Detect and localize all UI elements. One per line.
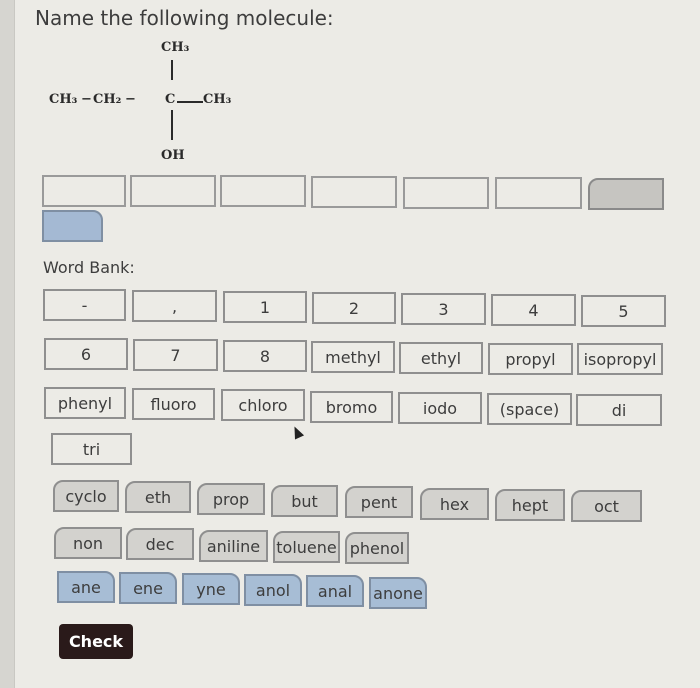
answer-slot-1[interactable] <box>42 175 126 207</box>
tile-anone[interactable]: anone <box>369 577 427 609</box>
answer-slot-5[interactable] <box>403 177 489 209</box>
answer-slot-6[interactable] <box>495 177 582 209</box>
tile-tri[interactable]: tri <box>51 433 132 465</box>
tile-eth[interactable]: eth <box>125 481 191 513</box>
tile-oct[interactable]: oct <box>571 490 642 522</box>
tile-but[interactable]: but <box>271 485 338 517</box>
tile-8[interactable]: 8 <box>223 340 307 372</box>
mol-ch2: CH₂ <box>93 92 122 107</box>
answer-slot-root[interactable] <box>588 178 664 210</box>
tile-hept[interactable]: hept <box>495 489 565 521</box>
tile-fluoro[interactable]: fluoro <box>132 388 215 420</box>
bond-vertical-bottom <box>171 110 173 140</box>
tile-isopropyl[interactable]: isopropyl <box>577 343 663 375</box>
question-page: Name the following molecule: CH₃ CH₃ − C… <box>15 0 700 688</box>
check-button[interactable]: Check <box>59 624 133 659</box>
mol-bond-2: − <box>125 92 136 107</box>
tile-pent[interactable]: pent <box>345 486 413 518</box>
tile-propyl[interactable]: propyl <box>488 343 573 375</box>
tile-3[interactable]: 3 <box>401 293 486 325</box>
mouse-cursor-icon <box>289 424 305 440</box>
mol-oh: OH <box>161 148 185 163</box>
tile-di[interactable]: di <box>576 394 662 426</box>
tile-hyphen[interactable]: - <box>43 289 126 321</box>
tile-prop[interactable]: prop <box>197 483 265 515</box>
tile-chloro[interactable]: chloro <box>221 389 305 421</box>
mol-top-ch3: CH₃ <box>161 40 190 55</box>
answer-slot-3[interactable] <box>220 175 306 207</box>
tile-1[interactable]: 1 <box>223 291 307 323</box>
tile-ethyl[interactable]: ethyl <box>399 342 483 374</box>
tile-cyclo[interactable]: cyclo <box>53 480 119 512</box>
tile-ene[interactable]: ene <box>119 572 177 604</box>
mol-ch3-right: CH₃ <box>203 92 232 107</box>
question-title: Name the following molecule: <box>35 6 334 30</box>
mol-ch3-left: CH₃ <box>49 92 78 107</box>
mol-bond-1: − <box>81 92 92 107</box>
tile-2[interactable]: 2 <box>312 292 396 324</box>
word-bank-label: Word Bank: <box>43 258 135 277</box>
answer-slot-2[interactable] <box>130 175 216 207</box>
tile-hex[interactable]: hex <box>420 488 489 520</box>
answer-slot-4[interactable] <box>311 176 397 208</box>
tile-4[interactable]: 4 <box>491 294 576 326</box>
tile-anol[interactable]: anol <box>244 574 302 606</box>
tile-comma[interactable]: , <box>132 290 217 322</box>
tile-7[interactable]: 7 <box>133 339 218 371</box>
tile-aniline[interactable]: aniline <box>199 530 268 562</box>
tile-anal[interactable]: anal <box>306 575 364 607</box>
tile-bromo[interactable]: bromo <box>310 391 393 423</box>
tile-space[interactable]: (space) <box>487 393 572 425</box>
tile-phenyl[interactable]: phenyl <box>44 387 126 419</box>
bond-vertical-top <box>171 60 173 80</box>
molecule-structure: CH₃ CH₃ − CH₂ − C CH₃ OH <box>49 40 289 170</box>
tile-methyl[interactable]: methyl <box>311 341 395 373</box>
tile-iodo[interactable]: iodo <box>398 392 482 424</box>
tile-6[interactable]: 6 <box>44 338 128 370</box>
tile-phenol[interactable]: phenol <box>345 532 409 564</box>
tile-5[interactable]: 5 <box>581 295 666 327</box>
tile-dec[interactable]: dec <box>126 528 194 560</box>
window-edge <box>0 0 15 688</box>
bond-horizontal-right <box>177 101 203 103</box>
tile-toluene[interactable]: toluene <box>273 531 340 563</box>
tile-ane[interactable]: ane <box>57 571 115 603</box>
mol-center-c: C <box>165 92 176 107</box>
answer-slot-suffix[interactable] <box>42 210 103 242</box>
tile-non[interactable]: non <box>54 527 122 559</box>
tile-yne[interactable]: yne <box>182 573 240 605</box>
